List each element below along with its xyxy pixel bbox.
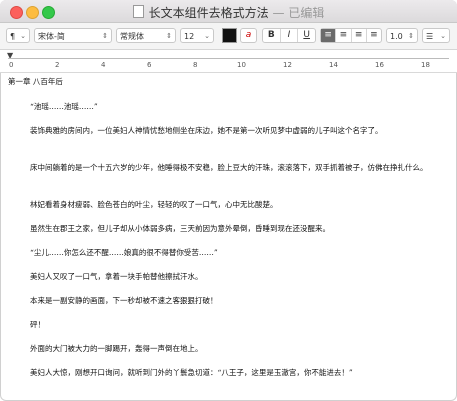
chevron-down-icon: ⌄ <box>440 32 446 40</box>
paragraph-style-icon: ¶ <box>10 32 16 41</box>
text-editor-window: 长文本组件去格式方法 — 已编辑 ¶ ⌄ 宋体-简 ⇕ 常规体 ⇕ 12 ⌄ a B I… <box>0 0 457 401</box>
font-family-popup[interactable]: 宋体-简 ⇕ <box>34 28 112 43</box>
paragraph: 床中间躺着的是一个十五六岁的少年，他睡得极不安稳，脸上豆大的汗珠，滚滚落下，双手… <box>30 163 428 172</box>
ruler-label: 0 <box>9 61 14 69</box>
list-icon: ☰ <box>426 32 434 41</box>
align-center-icon[interactable]: ≡ <box>336 29 352 42</box>
updown-arrows-icon: ⇕ <box>166 32 172 40</box>
font-style-popup[interactable]: 常规体 ⇕ <box>116 28 176 43</box>
ruler-label: 14 <box>329 61 338 69</box>
ruler-label: 18 <box>421 61 430 69</box>
title-bar[interactable]: 长文本组件去格式方法 — 已编辑 <box>0 0 457 23</box>
align-justify-icon[interactable]: ≡ <box>367 29 381 42</box>
ruler-label: 8 <box>193 61 198 69</box>
line-spacing-value: 1.0 <box>390 32 403 41</box>
align-left-icon[interactable]: ≡ <box>321 29 337 42</box>
chapter-heading: 第一章 八百年后 <box>8 77 63 86</box>
alignment-group: ≡ ≡ ≡ ≡ <box>320 28 382 43</box>
paragraph: 美妇人大惊，刚想开口询问，就听到门外的丫鬟急切道：“八王子，这里是玉澈宫，你不能… <box>30 368 353 377</box>
underline-button[interactable]: U <box>298 29 315 42</box>
text-color-well[interactable] <box>222 28 237 43</box>
paragraph-style-popup[interactable]: ¶ ⌄ <box>6 28 30 43</box>
ruler-label: 2 <box>55 61 60 69</box>
paragraph: 美妇人又叹了一口气，拿着一块手帕替他擦拭汗水。 <box>30 272 203 281</box>
paragraph: 虽然生在郡王之家，但儿子却从小体弱多病，三天前因为意外晕倒，昏睡到现在还没醒来。 <box>30 224 330 233</box>
paragraph: 林妃看着身材瘦弱、脸色苍白的叶尘，轻轻的叹了一口气，心中无比酸楚。 <box>30 200 278 209</box>
ruler-label: 6 <box>147 61 152 69</box>
italic-button[interactable]: I <box>281 29 299 42</box>
paragraph: 本来是一副安静的画面，下一秒却被不速之客狠狠打破！ <box>30 296 218 305</box>
ruler-label: 12 <box>283 61 292 69</box>
document-icon <box>132 5 144 18</box>
paragraph: 装饰典雅的房间内，一位美妇人神情忧愁地侧坐在床边，她不是第一次听见梦中虚弱的儿子… <box>30 126 383 135</box>
ruler-label: 4 <box>101 61 106 69</box>
window-title: 长文本组件去格式方法 — 已编辑 <box>0 4 457 21</box>
align-right-icon[interactable]: ≡ <box>352 29 367 42</box>
paragraph: 砰！ <box>30 320 45 329</box>
chevron-down-icon: ⌄ <box>20 32 26 40</box>
paragraph: 外面的大门被大力的一脚踢开，轰得一声倒在地上。 <box>30 344 203 353</box>
updown-arrows-icon: ⇕ <box>102 32 108 40</box>
paragraph: “尘儿……你怎么还不醒……娘真的很不得替你受苦……” <box>30 248 218 257</box>
chevron-down-icon: ⌄ <box>204 32 210 40</box>
font-style-value: 常规体 <box>120 32 144 41</box>
format-toolbar: ¶ ⌄ 宋体-简 ⇕ 常规体 ⇕ 12 ⌄ a B I U ≡ ≡ ≡ ≡ 1.0 ⇕ ☰… <box>0 23 457 50</box>
ruler-label: 10 <box>237 61 246 69</box>
highlight-color-button[interactable]: a <box>240 28 257 43</box>
ruler[interactable]: ▼ 0 2 4 6 8 10 12 14 16 18 <box>0 50 457 73</box>
paragraph: “池瑶……池瑶……” <box>30 102 98 111</box>
ruler-label: 16 <box>375 61 384 69</box>
font-size-value: 12 <box>184 32 195 41</box>
updown-arrows-icon: ⇕ <box>408 32 414 40</box>
line-spacing-popup[interactable]: 1.0 ⇕ <box>386 28 418 43</box>
font-family-value: 宋体-简 <box>38 32 65 41</box>
font-size-combo[interactable]: 12 ⌄ <box>180 28 214 43</box>
bold-button[interactable]: B <box>263 29 281 42</box>
document-name: 长文本组件去格式方法 <box>148 6 269 20</box>
edited-status: — 已编辑 <box>272 6 325 20</box>
document-body[interactable]: 第一章 八百年后 “池瑶……池瑶……” 装饰典雅的房间内，一位美妇人神情忧愁地侧… <box>0 73 457 401</box>
list-style-popup[interactable]: ☰ ⌄ <box>422 28 450 43</box>
font-traits-group: B I U <box>262 28 316 43</box>
